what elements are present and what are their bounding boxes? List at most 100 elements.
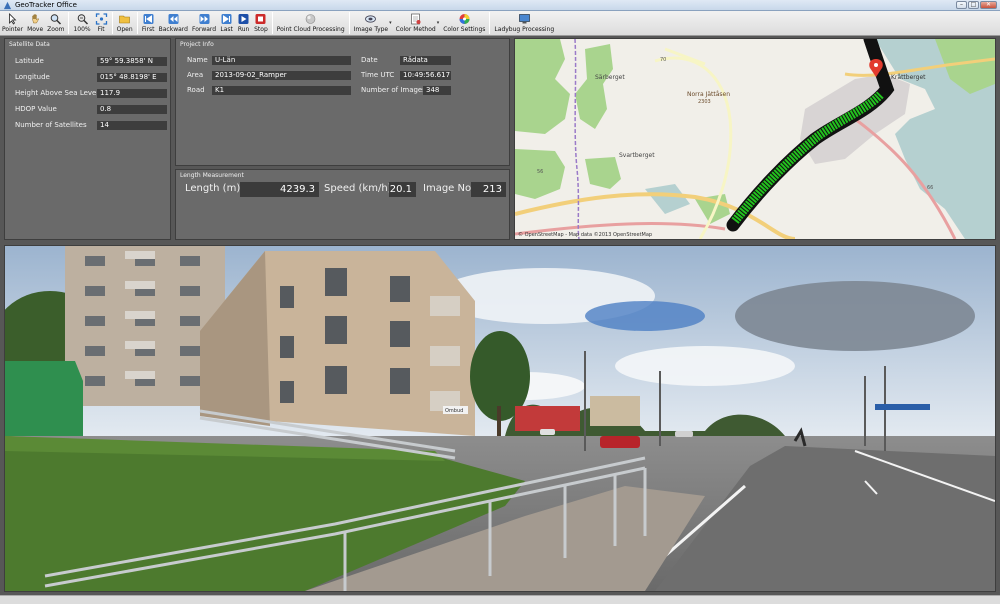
satellites-value: 14 <box>97 121 167 130</box>
toolbar-separator <box>136 12 138 34</box>
ladybug-processing-label: Ladybug Processing <box>494 26 555 33</box>
speed-value: 20.1 <box>389 182 416 197</box>
speed-label: Speed (km/h) <box>324 183 392 194</box>
road-label: Road <box>187 86 205 94</box>
length-measurement-panel: Length Measurement Length (m) 4239.3 Spe… <box>175 169 510 240</box>
color-method-label: Color Method <box>395 26 436 33</box>
title-bar: GeoTracker Office – □ ✕ <box>0 0 1000 11</box>
zoom-100-label: 100% <box>73 26 91 33</box>
latitude-label: Latitude <box>15 57 44 65</box>
point-cloud-icon <box>305 14 316 24</box>
last-button[interactable]: Last <box>218 11 235 36</box>
area-value: 2013-09-02_Ramper <box>212 71 351 80</box>
run-label: Run <box>237 26 250 33</box>
image-no-label: Image No <box>423 183 472 194</box>
map-canvas[interactable]: Särberget Norra Jättåsen 2303 Svartberge… <box>515 39 995 239</box>
image-type-label: Image Type <box>353 26 389 33</box>
forward-button[interactable]: Forward <box>190 11 218 36</box>
stop-button[interactable]: Stop <box>252 11 270 36</box>
map-road-label-56: 56 <box>537 169 543 175</box>
toolbar-separator <box>68 12 70 34</box>
color-settings-label: Color Settings <box>443 26 486 33</box>
hdop-label: HDOP Value <box>15 105 57 113</box>
number-of-images-label: Number of Images <box>361 86 426 94</box>
project-panel-title: Project Info <box>180 41 214 48</box>
last-label: Last <box>220 26 233 33</box>
image-type-icon <box>365 15 377 23</box>
app-icon <box>3 1 12 10</box>
road-value: K1 <box>212 86 351 95</box>
number-of-images-value: 348 <box>423 86 451 95</box>
first-icon <box>143 14 154 24</box>
map-label-sarberget: Särberget <box>595 74 625 81</box>
hdop-value: 0.8 <box>97 105 167 114</box>
satellite-panel-title: Satellite Data <box>9 41 50 48</box>
map-view[interactable]: Särberget Norra Jättåsen 2303 Svartberge… <box>514 38 996 240</box>
shop-sign: Ombud <box>445 408 463 414</box>
zoom-100-button[interactable]: 100% <box>71 11 92 36</box>
move-label: Move <box>27 26 44 33</box>
backward-icon <box>168 14 179 24</box>
color-settings-button[interactable]: Color Settings <box>441 11 487 36</box>
open-label: Open <box>116 26 133 33</box>
close-button[interactable]: ✕ <box>980 1 997 9</box>
forest-area <box>515 39 570 134</box>
monitor-icon <box>518 14 530 24</box>
name-label: Name <box>187 56 208 64</box>
backward-label: Backward <box>158 26 188 33</box>
window-title: GeoTracker Office <box>15 1 77 9</box>
date-label: Date <box>361 56 378 64</box>
map-label-svartberget: Svartberget <box>619 152 655 159</box>
stop-icon <box>255 14 266 24</box>
move-button[interactable]: Move <box>25 11 45 36</box>
fit-icon <box>95 13 107 25</box>
map-road-label-66: 66 <box>927 185 933 191</box>
first-button[interactable]: First <box>140 11 157 36</box>
toolbar-separator <box>111 12 113 34</box>
fit-button[interactable]: Fit <box>93 11 110 36</box>
stop-label: Stop <box>254 26 268 33</box>
date-value: Rådata <box>400 56 451 65</box>
pointer-icon <box>9 13 17 25</box>
minimize-button[interactable]: – <box>956 1 967 9</box>
name-value: U-Län <box>212 56 351 65</box>
open-button[interactable]: Open <box>115 11 135 36</box>
zoom-label: Zoom <box>47 26 65 33</box>
ladybug-processing-button[interactable]: Ladybug Processing <box>492 11 556 36</box>
first-label: First <box>141 26 155 33</box>
street-image-view[interactable]: Ombud <box>4 245 996 592</box>
longitude-label: Longitude <box>15 73 50 81</box>
longitude-value: 015° 48.8198' E <box>97 73 167 82</box>
fit-label: Fit <box>97 26 105 33</box>
color-method-dropdown-icon[interactable]: ▾ <box>437 20 440 26</box>
map-label-kratberg: Kråttberget <box>891 74 926 81</box>
main-toolbar: Pointer Move Zoom 100% Fit Open First Ba… <box>0 11 1000 36</box>
magnifier-icon <box>50 14 62 25</box>
run-button[interactable]: Run <box>235 11 252 36</box>
height-value: 117.9 <box>97 89 167 98</box>
pointer-button[interactable]: Pointer <box>0 11 25 36</box>
folder-icon <box>119 15 130 24</box>
backward-button[interactable]: Backward <box>157 11 190 36</box>
maximize-button[interactable]: □ <box>968 1 979 9</box>
image-type-button[interactable]: Image Type <box>352 11 390 36</box>
point-cloud-button[interactable]: Point Cloud Processing <box>275 11 347 36</box>
map-attribution: © OpenStreetMap - Map data ©2013 OpenStr… <box>518 231 652 238</box>
satellites-label: Number of Satellites <box>15 121 87 129</box>
zoom-button[interactable]: Zoom <box>45 11 66 36</box>
satellite-data-panel: Satellite Data Latitude 59° 59.3858' N L… <box>4 38 171 240</box>
image-no-value: 213 <box>471 182 506 197</box>
length-value: 4239.3 <box>240 182 319 197</box>
height-label: Height Above Sea Level <box>15 89 99 97</box>
map-label-norra-sub: 2303 <box>698 99 711 105</box>
status-bar <box>0 595 1000 604</box>
color-wheel-icon <box>459 14 470 24</box>
image-type-dropdown-icon[interactable]: ▾ <box>389 20 392 26</box>
pointer-label: Pointer <box>2 26 24 33</box>
street-panorama-image[interactable]: Ombud <box>5 246 995 591</box>
time-utc-value: 10:49:56.617 <box>400 71 451 80</box>
toolbar-separator <box>489 12 491 34</box>
map-road-label-70: 70 <box>660 57 666 63</box>
color-method-button[interactable]: Color Method <box>394 11 438 36</box>
last-icon <box>221 14 232 24</box>
